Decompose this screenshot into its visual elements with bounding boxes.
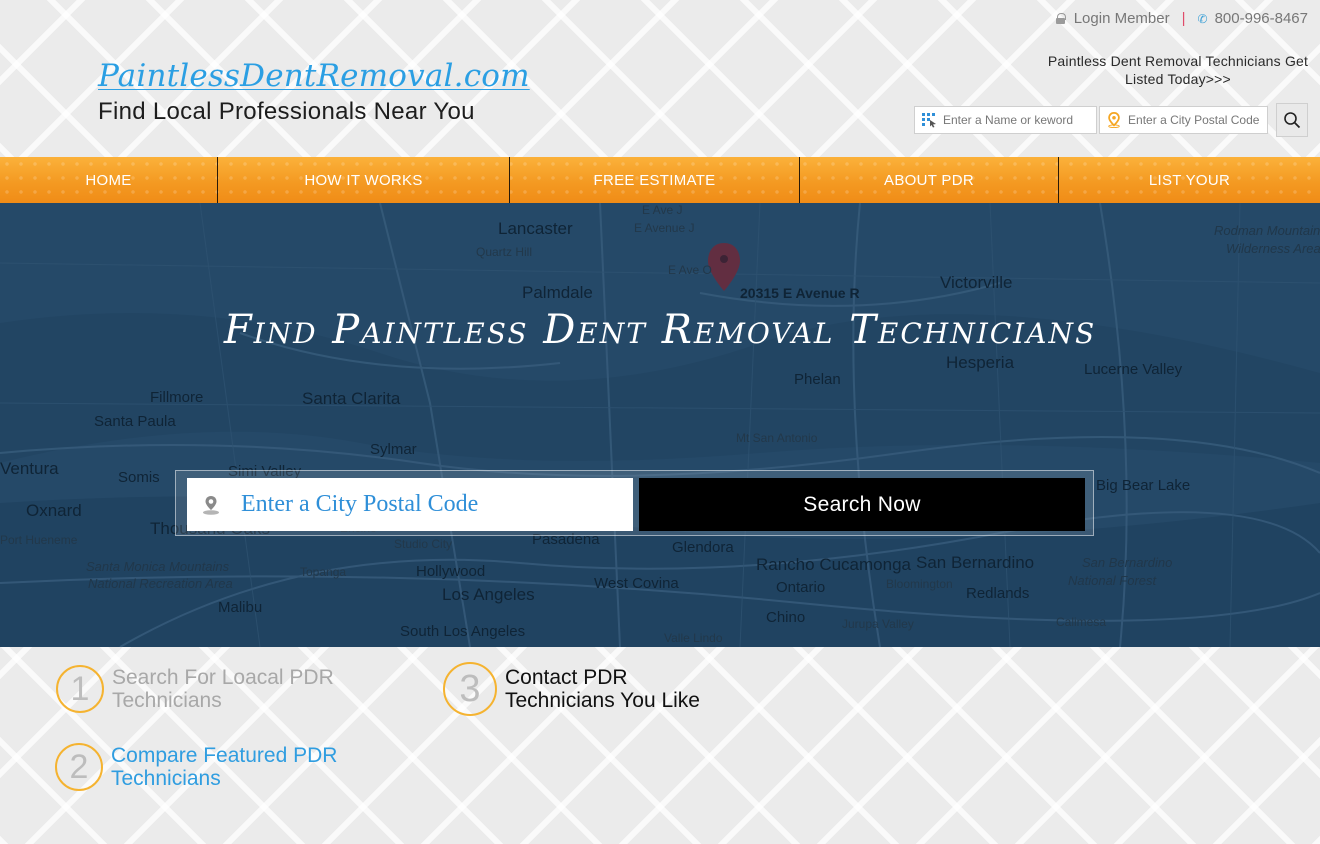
nav-free-estimate[interactable]: FREE ESTIMATE — [510, 157, 800, 203]
map-label: Palmdale — [522, 283, 593, 302]
get-listed-link[interactable]: Paintless Dent Removal Technicians Get L… — [1040, 52, 1316, 88]
map-label: Oxnard — [26, 501, 82, 520]
phone-icon: ✆ — [1197, 11, 1208, 26]
map-label: Rodman Mountains — [1214, 223, 1320, 238]
map-label: Wilderness Area — [1226, 241, 1320, 256]
logo-title[interactable]: PaintlessDentRemoval.com — [98, 58, 530, 94]
map-label: National Recreation Area — [88, 576, 233, 591]
map-label: Phelan — [794, 371, 841, 388]
search-now-button[interactable]: Search Now — [639, 478, 1085, 531]
map-label: South Los Angeles — [400, 623, 526, 640]
lock-icon — [1055, 13, 1066, 24]
step-number: 3 — [443, 662, 497, 716]
map-label: Bloomington — [886, 577, 953, 591]
map-label: E Ave O — [668, 263, 712, 277]
search-icon — [1284, 112, 1301, 129]
step-line: Technicians — [112, 689, 222, 712]
get-listed-line2: Listed Today>>> — [1125, 71, 1231, 87]
map-label: Rancho Cucamonga — [756, 555, 911, 574]
map-label: Chino — [766, 609, 806, 626]
map-label: Topanga — [300, 565, 347, 579]
nav-list-your[interactable]: LIST YOUR — [1059, 157, 1320, 203]
map-label: San Bernardino — [916, 553, 1035, 572]
map-label: San Bernardino — [1082, 555, 1173, 570]
map-label: Sylmar — [370, 441, 417, 458]
step-line: Search For Loacal PDR — [112, 666, 334, 689]
map-label: E Avenue J — [634, 221, 695, 235]
step-text: Search For Loacal PDR Technicians — [112, 666, 362, 712]
map-label: E Ave J — [642, 203, 683, 217]
map-label: National Forest — [1068, 573, 1157, 588]
header-search-button[interactable] — [1276, 103, 1309, 137]
hero-search-bar: Enter a City Postal Code Search Now — [175, 470, 1094, 536]
city-postal-placeholder: Enter a City Postal Code — [241, 491, 479, 517]
map-label: Malibu — [218, 599, 263, 616]
step-line: Compare Featured PDR — [111, 744, 338, 767]
pin-address: 20315 E Avenue R — [740, 285, 860, 301]
top-links: Login Member | ✆ 800-996-8467 — [1055, 10, 1308, 27]
city-postal-input[interactable]: Enter a City Postal Code — [187, 478, 633, 531]
map-label: Fillmore — [150, 389, 204, 406]
map-label: Lancaster — [498, 219, 573, 238]
map-label: Hesperia — [946, 353, 1015, 372]
map-label: West Covina — [594, 575, 679, 592]
map-label: Mt San Antonio — [736, 431, 818, 445]
map-label: Lucerne Valley — [1084, 361, 1183, 378]
map-label: Santa Monica Mountains — [86, 559, 230, 574]
map-label: Ventura — [0, 459, 59, 478]
nav-home[interactable]: HOME — [0, 157, 218, 203]
site-header: PaintlessDentRemoval.com Find Local Prof… — [0, 0, 1320, 157]
map-label: Quartz Hill — [476, 245, 533, 259]
map-label: Calimesa — [1056, 615, 1107, 629]
map-label: Redlands — [966, 585, 1030, 602]
city-postal-input-small[interactable]: Enter a City Postal Code — [1099, 106, 1269, 134]
map-label: Port Hueneme — [0, 533, 78, 547]
get-listed-line1: Paintless Dent Removal Technicians Get — [1047, 53, 1309, 69]
divider: | — [1181, 10, 1186, 27]
step-number: 2 — [55, 743, 103, 791]
step-2: 2 Compare Featured PDR Technicians — [55, 743, 361, 791]
login-member-link[interactable]: Login Member — [1074, 10, 1170, 27]
phone-number[interactable]: 800-996-8467 — [1215, 10, 1308, 27]
map-label: Glendora — [672, 539, 734, 556]
step-3: 3 Contact PDR Technicians You Like — [443, 662, 755, 716]
step-line: Contact PDR — [505, 666, 628, 689]
map-label: Victorville — [940, 273, 1013, 292]
header-search: Enter a Name or keword Enter a City Post… — [912, 103, 1309, 137]
main-nav: HOME HOW IT WORKS FREE ESTIMATE ABOUT PD… — [0, 157, 1320, 203]
map-label: Santa Clarita — [302, 389, 401, 408]
map-label: Studio City — [394, 537, 453, 551]
map-label: Valle Lindo — [664, 631, 723, 645]
name-keyword-placeholder: Enter a Name or keword — [943, 113, 1074, 127]
step-text: Contact PDR Technicians You Like — [505, 666, 755, 712]
map-label: Los Angeles — [442, 585, 535, 604]
hero-map-section: Lancaster Quartz Hill Palmdale E Ave J E… — [0, 203, 1320, 647]
nav-about-pdr[interactable]: ABOUT PDR — [800, 157, 1059, 203]
map-label: Santa Paula — [94, 413, 176, 430]
map-label: Somis — [118, 469, 160, 486]
map-label: Jurupa Valley — [842, 617, 914, 631]
keypad-icon — [921, 112, 937, 128]
map-label: Hollywood — [416, 563, 486, 580]
step-number: 1 — [56, 665, 104, 713]
name-keyword-input[interactable]: Enter a Name or keword — [914, 106, 1098, 134]
map-pin-icon — [1106, 111, 1122, 128]
step-1: 1 Search For Loacal PDR Technicians — [56, 665, 362, 713]
step-line: Technicians You Like — [505, 689, 700, 712]
map-label: Big Bear Lake — [1096, 477, 1191, 494]
hero-title: Find Paintless Dent Removal Technicians — [223, 307, 1097, 353]
nav-how-it-works[interactable]: HOW IT WORKS — [218, 157, 510, 203]
step-text: Compare Featured PDR Technicians — [111, 744, 361, 790]
location-pin-icon — [191, 494, 231, 516]
map-label: Ontario — [776, 579, 826, 596]
city-postal-placeholder-small: Enter a City Postal Code — [1128, 113, 1260, 127]
step-line: Technicians — [111, 767, 221, 790]
logo-subtitle: Find Local Professionals Near You — [98, 98, 475, 125]
